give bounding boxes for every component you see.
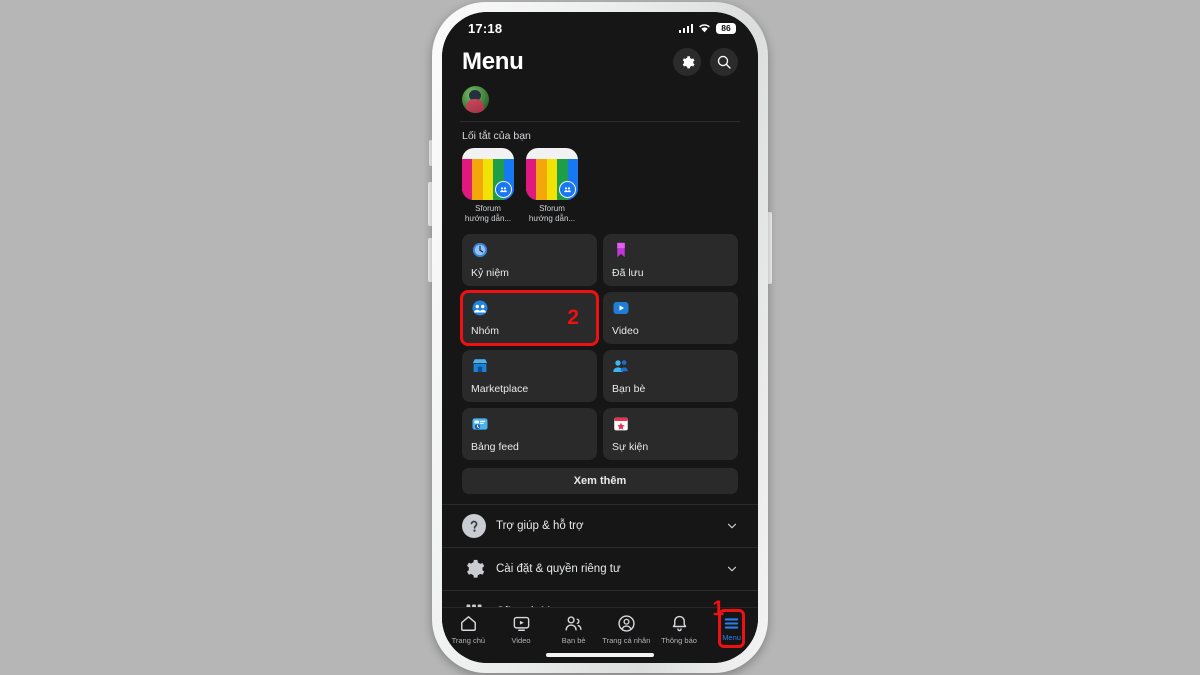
nav-label: Thông báo [661,636,697,645]
phone-screen: 17:18 86 Menu Lối tắt của bạn Sforum hướ… [442,12,758,663]
tile-label: Video [612,325,639,337]
groups-badge-icon [495,181,512,198]
friends-icon [612,357,630,375]
status-bar: 17:18 86 [442,12,758,40]
feed-card-icon [471,415,489,433]
bookmark-icon [612,241,630,259]
screenshot-root: 17:18 86 Menu Lối tắt của bạn Sforum hướ… [0,0,1200,675]
search-icon [716,54,732,70]
tile-label: Bảng feed [471,441,519,453]
nav-label: Trang chủ [451,636,486,645]
tile-ky-niem[interactable]: Kỷ niệm [462,234,597,286]
nav-label: Trang cá nhân [602,636,651,645]
video-icon [512,614,531,633]
tile-label: Bạn bè [612,383,646,395]
chevron-down-icon[interactable] [726,520,738,532]
phone-bezel: 17:18 86 Menu Lối tắt của bạn Sforum hướ… [442,12,758,663]
row-cai-dat-quyen-rieng-tu[interactable]: Cài đặt & quyền riêng tư [442,547,758,590]
annotation-step-1: 1 [712,597,724,620]
shortcut-subtitle: hướng dẫn... [528,214,576,223]
shortcuts-section-label: Lối tắt của bạn [462,130,531,142]
groups-icon [471,299,489,317]
home-indicator[interactable] [546,653,654,657]
shortcut-subtitle: hướng dẫn... [464,214,512,223]
menu-tile-grid: Kỷ niệm Đã lưu Nhóm 2 Video Marketplace … [442,232,758,460]
menu-body: Lối tắt của bạn Sforum hướng dẫn... Sfor… [442,122,758,663]
hamburger-icon [722,614,741,633]
status-indicators: 86 [678,22,736,34]
storefront-icon [471,357,489,375]
see-more-wrap: Xem thêm [442,460,758,494]
clock-icon [471,241,489,259]
shortcut-item[interactable]: Sforum hướng dẫn... [526,148,578,224]
shortcuts-list: Sforum hướng dẫn... Sforum hướng dẫn... [442,148,758,232]
shortcut-label: Sforum hướng dẫn... [462,204,514,224]
calendar-icon [612,415,630,433]
tile-label: Đã lưu [612,267,644,279]
avatar[interactable] [462,86,489,113]
tile-nhom[interactable]: Nhóm 2 [460,290,599,346]
status-clock: 17:18 [468,20,503,36]
gear-icon [462,557,486,581]
shortcut-title: Sforum [475,204,501,213]
gear-icon [680,55,695,70]
shortcut-item[interactable]: Sforum hướng dẫn... [462,148,514,224]
question-mark-icon [462,514,486,538]
nav-item-ban-be[interactable]: Bạn bè [547,614,600,645]
page-title: Menu [462,48,524,75]
groups-badge-icon [559,181,576,198]
app-header: Menu [442,40,758,82]
nav-item-video[interactable]: Video [495,614,548,645]
video-play-icon [612,299,630,317]
tile-marketplace[interactable]: Marketplace [462,350,597,402]
tile-bang-feed[interactable]: Bảng feed [462,408,597,460]
nav-label: Menu [722,633,741,642]
account-row[interactable] [442,82,758,121]
profile-icon [617,614,636,633]
tile-su-kien[interactable]: Sự kiện [603,408,738,460]
cellular-signal-icon [678,23,693,33]
search-button[interactable] [710,48,738,76]
header-actions [673,48,738,76]
nav-item-trang-ca-nhan[interactable]: Trang cá nhân [600,614,653,645]
home-icon [459,614,478,633]
shortcut-thumbnail [462,148,514,200]
battery-level: 86 [716,22,736,34]
friends-icon [564,614,583,633]
row-label: Cài đặt & quyền riêng tư [496,563,621,575]
shortcut-title: Sforum [539,204,565,213]
tile-label: Sự kiện [612,441,649,453]
row-label: Trợ giúp & hỗ trợ [496,520,584,532]
nav-item-thong-bao[interactable]: Thông báo [653,614,706,645]
chevron-down-icon[interactable] [726,563,738,575]
tile-da-luu[interactable]: Đã lưu [603,234,738,286]
phone-device: 17:18 86 Menu Lối tắt của bạn Sforum hướ… [432,2,768,673]
annotation-box-menu: Menu [718,609,746,648]
nav-item-trang-chu[interactable]: Trang chủ [442,614,495,645]
bell-icon [670,614,689,633]
shortcut-thumbnail [526,148,578,200]
shortcut-label: Sforum hướng dẫn... [526,204,578,224]
tile-ban-be[interactable]: Bạn bè [603,350,738,402]
tile-video[interactable]: Video [603,292,738,344]
see-more-button[interactable]: Xem thêm [462,468,738,494]
nav-label: Bạn bè [561,636,586,645]
tile-label: Kỷ niệm [471,267,509,279]
annotation-step-2: 2 [567,306,579,330]
wifi-icon [698,23,711,33]
settings-button[interactable] [673,48,701,76]
row-tro-giup-ho-tro[interactable]: Trợ giúp & hỗ trợ [442,504,758,547]
nav-label: Video [511,636,531,645]
tile-label: Marketplace [471,383,529,395]
